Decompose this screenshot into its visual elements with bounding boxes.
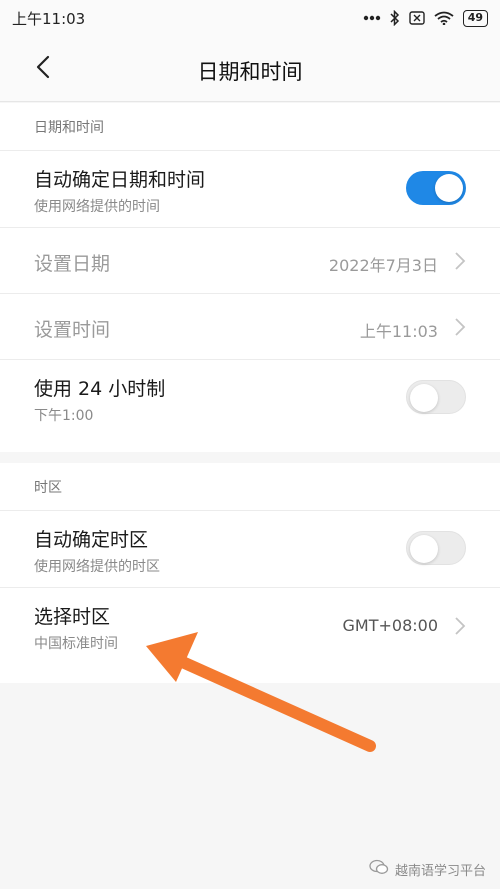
auto-timezone-subtitle: 使用网络提供的时区: [34, 559, 160, 575]
more-dots-icon: [363, 15, 381, 21]
toggle-knob: [410, 384, 438, 412]
set-date-title: 设置日期: [34, 253, 111, 275]
app-header: 日期和时间: [0, 36, 500, 102]
use-24h-title: 使用 24 小时制: [34, 378, 166, 400]
auto-timezone-title: 自动确定时区: [34, 529, 149, 551]
watermark-text: 越南语学习平台: [394, 863, 486, 879]
chevron-right-icon: [454, 251, 466, 271]
watermark: 越南语学习平台: [369, 859, 486, 879]
bluetooth-icon: [390, 10, 400, 26]
wechat-icon: [369, 859, 389, 879]
auto-datetime-subtitle: 使用网络提供的时间: [34, 199, 160, 215]
page-title: 日期和时间: [197, 60, 303, 84]
status-icons: 49: [363, 9, 488, 27]
section-header-timezone: 时区: [34, 479, 62, 496]
auto-timezone-toggle[interactable]: [406, 531, 466, 565]
battery-icon: 49: [462, 9, 488, 27]
set-date-value: 2022年7月3日: [328, 256, 438, 275]
status-time: 上午11:03: [12, 9, 86, 28]
sim-off-icon: [408, 11, 425, 25]
select-timezone-title: 选择时区: [34, 606, 111, 628]
section-header-datetime: 日期和时间: [34, 119, 104, 136]
set-date-row[interactable]: 设置日期 2022年7月3日: [0, 227, 500, 293]
toggle-knob: [410, 535, 438, 563]
timezone-section: 时区 自动确定时区 使用网络提供的时区 选择时区 中国标准时间 GMT+08:0…: [0, 463, 500, 683]
auto-datetime-title: 自动确定日期和时间: [34, 169, 206, 191]
use-24h-subtitle: 下午1:00: [34, 408, 94, 424]
set-time-row[interactable]: 设置时间 上午11:03: [0, 293, 500, 359]
wifi-icon: [434, 11, 454, 25]
chevron-right-icon: [454, 317, 466, 337]
use-24h-toggle[interactable]: [406, 380, 466, 414]
auto-datetime-row[interactable]: 自动确定日期和时间 使用网络提供的时间: [0, 150, 500, 227]
status-bar: 上午11:03 49: [0, 0, 500, 36]
use-24h-row[interactable]: 使用 24 小时制 下午1:00: [0, 359, 500, 436]
auto-timezone-row[interactable]: 自动确定时区 使用网络提供的时区: [0, 510, 500, 587]
toggle-knob: [435, 174, 463, 202]
chevron-right-icon: [454, 616, 466, 636]
set-time-title: 设置时间: [34, 319, 111, 341]
set-time-value: 上午11:03: [359, 322, 438, 341]
select-timezone-subtitle: 中国标准时间: [34, 636, 118, 652]
settings-screen: 上午11:03 49 日期和时间 日期和时间 自动确定日期和时间 使用网络提供的…: [0, 0, 500, 889]
select-timezone-value: GMT+08:00: [342, 616, 439, 635]
auto-datetime-toggle[interactable]: [406, 171, 466, 205]
datetime-section: 日期和时间 自动确定日期和时间 使用网络提供的时间 设置日期 2022年7月3日…: [0, 103, 500, 452]
select-timezone-row[interactable]: 选择时区 中国标准时间 GMT+08:00: [0, 587, 500, 664]
